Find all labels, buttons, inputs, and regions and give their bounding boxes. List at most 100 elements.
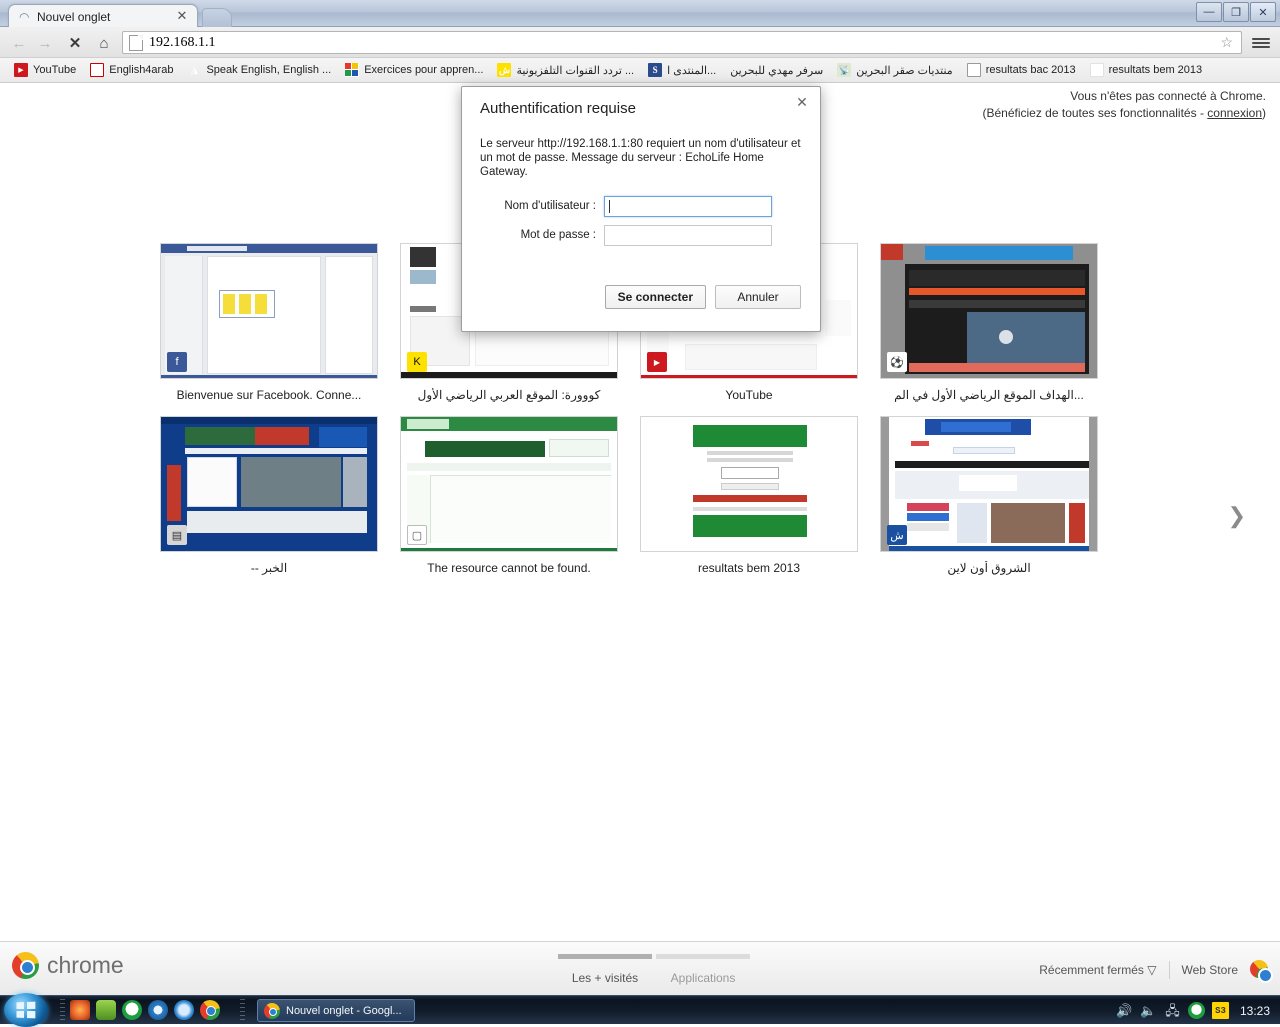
cancel-button[interactable]: Annuler (715, 285, 801, 309)
speaker-icon[interactable]: 🔈 (1140, 1002, 1157, 1019)
firefox-icon[interactable] (70, 1000, 90, 1020)
bookmark-label: English4arab (109, 64, 174, 76)
bookmark-label: المنتدى ا... (667, 64, 717, 77)
thumbnail-preview (401, 417, 617, 551)
tile-thumbnail[interactable]: ▤ (160, 416, 378, 552)
tile-resource-not-found[interactable]: ▢ The resource cannot be found. (400, 416, 618, 575)
maximize-button[interactable]: ❐ (1223, 2, 1249, 22)
close-icon[interactable]: ✕ (794, 94, 810, 110)
bookmark-resultats-bem-2013[interactable]: resultats bem 2013 (1084, 60, 1209, 80)
forward-icon[interactable]: → (34, 33, 56, 53)
bookmark-exercices[interactable]: Exercices pour appren... (339, 60, 489, 80)
tile-thumbnail[interactable]: ⚽ (880, 243, 1098, 379)
username-row: Nom d'utilisateur : (480, 195, 802, 217)
bookmark-english4arab[interactable]: E English4arab (84, 60, 179, 80)
triangle-icon: ◮ (190, 64, 198, 75)
tile-thumbnail[interactable]: ▢ (400, 416, 618, 552)
task-item-label: Nouvel onglet - Googl... (286, 1004, 402, 1017)
bookmark-resultats-bac-2013[interactable]: resultats bac 2013 (961, 60, 1082, 80)
tab-close-icon[interactable]: ✕ (175, 9, 189, 23)
address-bar[interactable]: 192.168.1.1 ☆ (122, 31, 1242, 54)
tile-badge: f (167, 352, 187, 372)
tile-badge: K (407, 352, 427, 372)
title-bar: ◠ Nouvel onglet ✕ — ❐ ✕ (0, 0, 1280, 28)
username-label: Nom d'utilisateur : (504, 200, 596, 212)
tile-badge: ▤ (167, 525, 187, 545)
task-items: Nouvel onglet - Googl... (257, 999, 415, 1022)
bookmark-speak-english[interactable]: ◮ Speak English, English ... (181, 60, 337, 80)
document-icon (966, 63, 981, 77)
tile-echorouk[interactable]: ش الشروق أون لاين (880, 416, 1098, 575)
bookmark-label: منتديات صقر البحرين (856, 64, 953, 77)
bookmark-label: Speak English, English ... (206, 64, 332, 76)
tab-indicator (656, 954, 750, 959)
youtube-icon (14, 63, 28, 77)
bookmark-server-mahdi[interactable]: سرفر مهدي للبحرين (724, 60, 829, 80)
tile-title: YouTube (725, 388, 773, 402)
new-tab-button[interactable] (202, 8, 232, 27)
bookmark-youtube[interactable]: YouTube (8, 60, 82, 80)
tile-row: ▤ -- الخبر ▢ The resource cannot be foun… (160, 416, 1120, 575)
media-player-icon[interactable] (148, 1000, 168, 1020)
tab-applications[interactable]: Applications (656, 954, 750, 985)
url-text: 192.168.1.1 (149, 34, 216, 50)
tab-label: Applications (670, 971, 736, 985)
tile-thumbnail[interactable]: ش (880, 416, 1098, 552)
authentication-dialog: Authentification requise ✕ Le serveur ht… (461, 86, 821, 332)
tile-badge: ⚽ (887, 352, 907, 372)
utorrent-icon[interactable] (122, 1000, 142, 1020)
internet-explorer-icon[interactable] (174, 1000, 194, 1020)
bookmark-forum[interactable]: S المنتدى ا... (642, 60, 722, 80)
tab-indicator (558, 954, 652, 959)
tab-favicon: ◠ (19, 10, 30, 24)
arabic-yellow-icon: ش (497, 63, 512, 77)
web-store-link[interactable]: Web Store (1182, 963, 1238, 977)
network-error-icon[interactable]: 🖧 (1164, 1002, 1181, 1019)
bookmark-star-icon[interactable]: ☆ (1220, 34, 1233, 51)
tile-title: -- الخبر (250, 561, 288, 575)
next-page-arrow-icon[interactable]: ❯ (1228, 503, 1246, 529)
recently-closed-label: Récemment fermés (1039, 963, 1144, 977)
chevron-down-icon: ▽ (1147, 963, 1157, 977)
minimize-button[interactable]: — (1196, 2, 1222, 22)
s3-icon[interactable]: S3 (1211, 1002, 1229, 1019)
tile-elkhabar[interactable]: ▤ -- الخبر (160, 416, 378, 575)
tab-most-visited[interactable]: Les + visités (558, 954, 652, 985)
home-icon[interactable]: ⌂ (93, 33, 115, 53)
messenger-icon[interactable] (96, 1000, 116, 1020)
thumbnail-preview (161, 244, 377, 378)
tile-accent (401, 548, 617, 551)
tile-accent (161, 548, 377, 551)
thumbnail-preview (161, 417, 377, 551)
tab-nouvel-onglet[interactable]: ◠ Nouvel onglet ✕ (8, 4, 198, 28)
chrome-icon[interactable] (200, 1000, 220, 1020)
clock[interactable]: 13:23 (1240, 1004, 1270, 1018)
tile-thumbnail[interactable]: f (160, 243, 378, 379)
connect-button[interactable]: Se connecter (604, 285, 706, 309)
password-input[interactable] (604, 224, 772, 246)
avatar-icon[interactable] (1250, 960, 1273, 983)
tile-elheddaf[interactable]: ⚽ الهداف الموقع الرياضي الأول في الم... (880, 243, 1098, 402)
utorrent-icon[interactable] (1187, 1002, 1205, 1019)
bookmarks-bar: YouTube E English4arab ◮ Speak English, … (0, 58, 1280, 83)
tile-facebook[interactable]: f Bienvenue sur Facebook. Conne... (160, 243, 378, 402)
bookmark-label: YouTube (33, 64, 77, 76)
tile-thumbnail[interactable] (640, 416, 858, 552)
volume-icon[interactable]: 🔊 (1116, 1002, 1133, 1019)
task-item-chrome[interactable]: Nouvel onglet - Googl... (257, 999, 415, 1022)
username-input[interactable] (604, 195, 772, 217)
ntp-bottom-bar: chrome Les + visités Applications Récemm… (0, 941, 1280, 995)
bookmark-tv-channels[interactable]: ش تردد القنوات التلفزيونية ... (491, 60, 640, 80)
bookmark-saqr-bahrain[interactable]: 📡 منتديات صقر البحرين (831, 60, 959, 80)
stop-icon[interactable]: ✕ (64, 33, 86, 53)
start-button[interactable] (4, 993, 48, 1027)
bookmark-label: Exercices pour appren... (364, 64, 484, 76)
signin-link[interactable]: connexion (1207, 106, 1262, 120)
page-icon (129, 34, 143, 51)
close-button[interactable]: ✕ (1250, 2, 1276, 22)
tile-resultats-bem[interactable]: resultats bem 2013 (640, 416, 858, 575)
back-icon[interactable]: ← (8, 33, 30, 53)
chrome-menu-icon[interactable] (1252, 34, 1270, 52)
chrome-wordmark: chrome (47, 952, 124, 978)
recently-closed-menu[interactable]: Récemment fermés ▽ (1039, 963, 1156, 977)
